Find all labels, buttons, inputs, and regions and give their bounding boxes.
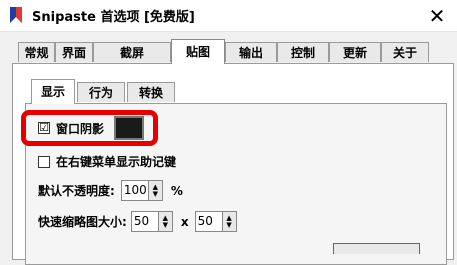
close-icon: ✕	[428, 3, 446, 28]
title-bar: Snipaste 首选项 [免费版] ✕	[0, 0, 457, 32]
chevron-down-icon[interactable]: ▼	[163, 221, 168, 229]
tab-output[interactable]: 输出	[225, 42, 277, 62]
window-shadow-row: ☑ 窗口阴影	[38, 116, 145, 140]
show-mnemonics-label: 在右键菜单显示助记键	[56, 155, 177, 169]
default-opacity-row: 默认不透明度: 100 ▲ ▼ %	[38, 180, 183, 201]
tab-label: 贴图	[185, 45, 210, 59]
thumbnail-width-spin-buttons[interactable]: ▲ ▼	[158, 211, 173, 232]
thumbnail-width-input[interactable]: 50	[130, 211, 159, 232]
opacity-spin-buttons[interactable]: ▲ ▼	[148, 180, 163, 201]
partial-button[interactable]	[333, 243, 420, 254]
subtab-label: 转换	[138, 86, 163, 100]
thumbnail-size-row: 快速缩略图大小: 50 ▲ ▼ x 50 ▲ ▼	[38, 211, 237, 232]
thumbnail-size-label: 快速缩略图大小:	[38, 215, 127, 229]
tab-label: 界面	[61, 46, 86, 60]
tab-label: 关于	[392, 46, 417, 60]
tab-about[interactable]: 关于	[381, 42, 429, 62]
thumbnail-height-spinbox: 50 ▲ ▼	[194, 211, 237, 232]
opacity-spinbox: 100 ▲ ▼	[120, 180, 163, 201]
tab-paste[interactable]: 贴图	[171, 39, 225, 64]
chevron-down-icon[interactable]: ▼	[226, 221, 231, 229]
chevron-down-icon[interactable]: ▼	[153, 190, 158, 198]
tab-control[interactable]: 控制	[277, 42, 329, 62]
tab-update[interactable]: 更新	[329, 42, 381, 62]
show-mnemonics-checkbox[interactable]	[38, 155, 50, 168]
tab-label: 截屏	[119, 46, 144, 60]
preferences-window: Snipaste 首选项 [免费版] ✕ 常规 界面 截屏 贴图 输出 控制 更…	[0, 0, 457, 265]
close-button[interactable]: ✕	[417, 0, 457, 31]
size-separator: x	[180, 214, 189, 229]
window-shadow-checkbox[interactable]: ☑	[38, 122, 50, 134]
subtab-display[interactable]: 显示	[31, 79, 75, 104]
opacity-unit: %	[170, 183, 183, 198]
tab-label: 常规	[24, 46, 49, 60]
tab-general[interactable]: 常规	[18, 42, 55, 62]
thumbnail-height-input[interactable]: 50	[194, 211, 223, 232]
tab-label: 输出	[238, 46, 263, 60]
thumbnail-width-spinbox: 50 ▲ ▼	[130, 211, 173, 232]
opacity-input[interactable]: 100	[120, 180, 149, 201]
subtab-behavior[interactable]: 行为	[77, 82, 125, 102]
tab-label: 更新	[342, 46, 367, 60]
subtab-label: 显示	[40, 85, 65, 99]
mnemonics-row: 在右键菜单显示助记键	[38, 153, 176, 170]
tab-snip[interactable]: 截屏	[93, 42, 171, 62]
window-title: Snipaste 首选项 [免费版]	[32, 10, 195, 25]
thumbnail-height-spin-buttons[interactable]: ▲ ▼	[222, 211, 237, 232]
shadow-color-picker[interactable]	[114, 116, 145, 140]
tab-interface[interactable]: 界面	[55, 42, 93, 62]
tab-label: 控制	[290, 46, 315, 60]
subtab-label: 行为	[88, 86, 113, 100]
subtab-transform[interactable]: 转换	[127, 82, 175, 102]
default-opacity-label: 默认不透明度:	[38, 184, 115, 198]
snipaste-logo-icon	[8, 6, 24, 24]
window-shadow-label: 窗口阴影	[56, 121, 105, 136]
